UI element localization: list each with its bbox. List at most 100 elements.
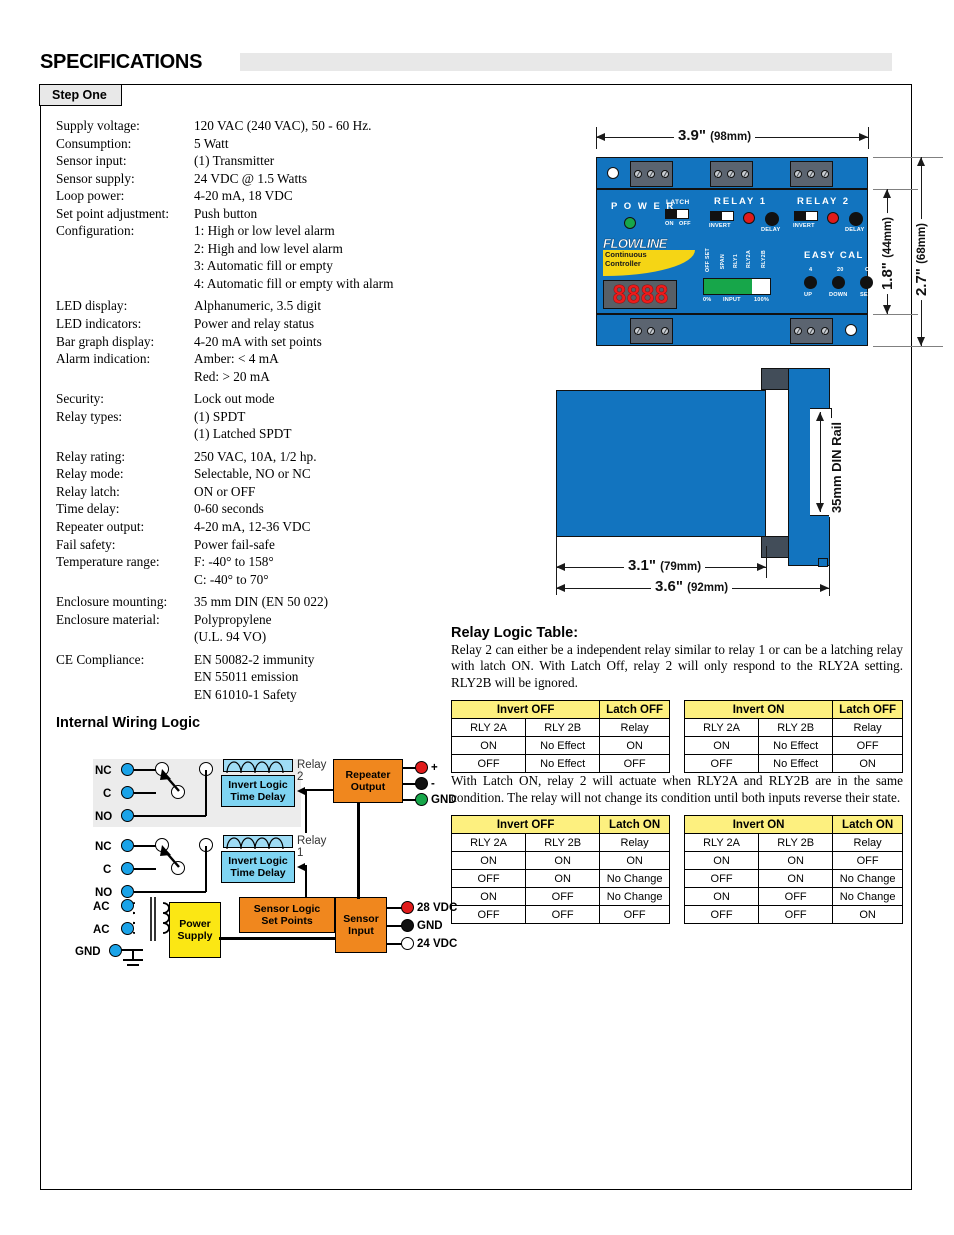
- spec-label: Time delay:: [56, 501, 120, 517]
- sensor-out-24v-label: 24 VDC: [417, 938, 458, 950]
- logic-table-cell: OFF: [758, 887, 834, 907]
- logic-table-cell: ON: [525, 851, 601, 871]
- spec-value: 5 Watt: [194, 135, 229, 151]
- bargraph-input-label: INPUT: [723, 297, 741, 303]
- logic-table-row: ON ON OFF: [683, 851, 903, 871]
- spec-value: 250 VAC, 10A, 1/2 hp.: [194, 448, 317, 464]
- spec-row: Temperature range: F: -40° to 158°: [56, 553, 476, 571]
- screw-icon: [633, 327, 642, 335]
- wiring-logic-title: Internal Wiring Logic: [56, 715, 201, 731]
- product-front-drawing: 3.9" (98mm) P O W E R LATCH ON OFF RELAY…: [546, 115, 943, 365]
- repeater-gnd-dot: [415, 793, 428, 806]
- spec-row: CE Compliance: EN 50082-2 immunity: [56, 651, 476, 669]
- sensor-out-gnd-dot: [401, 919, 414, 932]
- spec-label: [56, 668, 194, 686]
- spec-row: Sensor input: (1) Transmitter: [56, 152, 476, 170]
- terminal-block-top-1: [630, 161, 673, 187]
- logic-table-cell: ON: [832, 905, 903, 925]
- page-title: SPECIFICATIONS: [40, 51, 203, 73]
- relay2-no-terminal: [121, 809, 134, 822]
- spec-row: Consumption: 5 Watt: [56, 135, 476, 153]
- logic-table-pair-latch-on: Invert OFF Latch ON RLY 2A RLY 2B Relay ON ON O…: [450, 815, 903, 925]
- spec-row: 4: Automatic fill or empty with alarm: [56, 275, 476, 293]
- logic-table-row: ON OFF No Change: [683, 887, 903, 907]
- spec-value: Push button: [194, 205, 258, 221]
- spec-row: 2: High and low level alarm: [56, 240, 476, 258]
- logic-table-row: OFF No Effect OFF: [450, 754, 670, 774]
- relay2-invert-time-box: Invert Logic Time Delay: [221, 775, 295, 807]
- bargraph-fill: [704, 279, 753, 294]
- screw-icon: [661, 327, 670, 335]
- logic-table-subheader-cell: Relay: [832, 833, 903, 853]
- relay1-invert-switch[interactable]: [710, 211, 734, 221]
- spec-label: [56, 275, 194, 293]
- cal-4-label: 4: [809, 267, 813, 273]
- cal-down-label: DOWN: [829, 292, 848, 298]
- bargraph-tick-rly2a: RLY2A: [746, 250, 752, 269]
- relay2-delay-label: DELAY: [845, 227, 865, 233]
- din-arrow-down: [815, 503, 824, 512]
- relay1-delay-knob[interactable]: [765, 212, 779, 226]
- spec-label: Relay types:: [56, 408, 123, 424]
- face-top-ext-line: [873, 189, 918, 190]
- logic-table-cell: OFF: [450, 905, 527, 925]
- total-height-arrow-down: [916, 337, 925, 346]
- repeater-gnd-label: GND: [431, 794, 457, 806]
- relay2-name: Relay 2: [297, 759, 327, 783]
- relay1-coil-winding: [226, 837, 284, 849]
- logic-table-subheader-row: RLY 2A RLY 2B Relay: [683, 718, 903, 738]
- relay2-nc-label: NC: [95, 765, 112, 777]
- page-header: SPECIFICATIONS: [40, 50, 914, 76]
- depth-total-label: 3.6" (92mm): [651, 578, 733, 595]
- width-arrow-right: [859, 132, 868, 141]
- screw-icon: [807, 327, 816, 335]
- spec-label: LED indicators:: [56, 316, 142, 332]
- enclosure-top-band: [596, 157, 868, 189]
- spec-row: Alarm indication: Amber: < 4 mA: [56, 350, 476, 368]
- power-bus-line: [219, 937, 341, 940]
- spec-value: ON or OFF: [194, 483, 256, 499]
- cal-op-label: OP: [865, 267, 874, 273]
- relay-logic-intro: Relay 2 can either be a independent rela…: [451, 642, 903, 690]
- relay2-armature-arrow: [160, 769, 180, 792]
- logic-table-cell: OFF: [599, 754, 670, 774]
- relay-logic-mid-text: With Latch ON, relay 2 will actuate when…: [451, 773, 903, 805]
- spec-value: Power fail-safe: [194, 536, 275, 552]
- logic-table-row: OFF OFF ON: [683, 905, 903, 925]
- din-rail-label: 35mm DIN Rail: [829, 418, 844, 518]
- relay1-armature-arrow: [160, 845, 180, 868]
- cal-set-button[interactable]: [860, 276, 873, 289]
- screw-icon: [821, 170, 830, 178]
- logic-table-2: Invert OFF Latch ON RLY 2A RLY 2B Relay ON ON O…: [450, 815, 670, 925]
- spec-label: Relay latch:: [56, 483, 120, 499]
- sensor-out-28v-label: 28 VDC: [417, 902, 458, 914]
- spec-label: [56, 628, 194, 646]
- spec-row: Fail safety: Power fail-safe: [56, 536, 476, 554]
- enclosure-bottom-band: [596, 314, 868, 346]
- product-line-name: Continuous Controller: [605, 250, 647, 268]
- logic-table-row: OFF ON No Change: [450, 869, 670, 889]
- logic-table-cell: ON: [599, 736, 670, 756]
- header-rule-bar: [240, 53, 892, 71]
- spec-label: [56, 240, 194, 258]
- screw-icon: [741, 170, 750, 178]
- spec-label: Configuration:: [56, 223, 135, 239]
- bargraph-max-label: 100%: [754, 297, 770, 303]
- relay2-invert-switch[interactable]: [794, 211, 818, 221]
- relay1-nc-terminal: [121, 839, 134, 852]
- spec-label: Temperature range:: [56, 554, 160, 570]
- cal-up-button[interactable]: [804, 276, 817, 289]
- spec-value: Power and relay status: [194, 316, 315, 332]
- relay2-delay-knob[interactable]: [849, 212, 863, 226]
- bargraph-min-label: 0%: [703, 297, 712, 303]
- spec-value: 2: High and low level alarm: [194, 240, 343, 256]
- terminal-block-top-3: [790, 161, 833, 187]
- logic-table-0: Invert OFF Latch OFF RLY 2A RLY 2B Relay ON No…: [450, 700, 670, 774]
- spec-label: Sensor input:: [56, 153, 127, 169]
- spec-value: Lock out mode: [194, 391, 275, 407]
- latch-switch[interactable]: [665, 209, 689, 219]
- spec-row: Red: > 20 mA: [56, 368, 476, 386]
- cal-down-button[interactable]: [832, 276, 845, 289]
- logic-table-subheader-cell: Relay: [599, 833, 670, 853]
- spec-row: LED indicators: Power and relay status: [56, 315, 476, 333]
